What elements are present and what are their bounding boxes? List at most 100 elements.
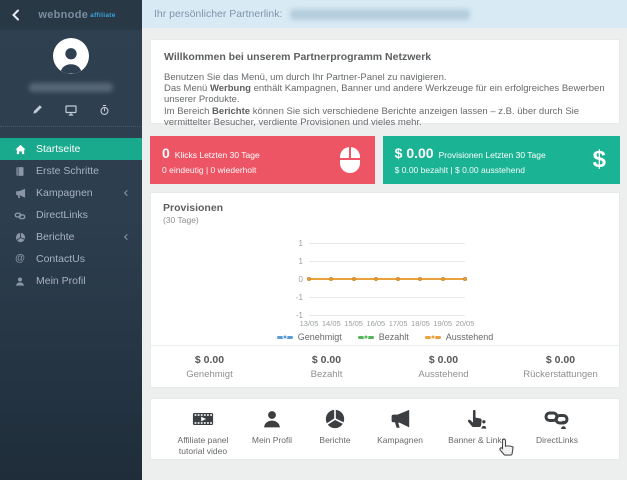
partner-link-label: Ihr persönlicher Partnerlink: — [154, 8, 283, 20]
edit-icon[interactable] — [32, 104, 43, 116]
at-icon: @ — [15, 253, 25, 264]
data-point-marker — [329, 277, 334, 281]
summary-value: $ 0.00 — [545, 353, 576, 366]
data-point-marker — [351, 277, 356, 281]
avatar[interactable] — [53, 38, 89, 74]
sidebar-item-startseite[interactable]: Startseite — [0, 138, 142, 160]
chart-gridline: 1 — [299, 239, 465, 248]
welcome-line3-bold: Berichte — [212, 105, 251, 117]
user-avatar-icon — [60, 48, 82, 74]
chevron-left-icon — [122, 189, 130, 197]
shortcut-mein-profil[interactable]: Mein Profil — [241, 406, 303, 446]
summary-bezahlt: $ 0.00 Bezahlt — [268, 346, 385, 387]
x-axis-tick-label: 18/05 — [411, 319, 430, 328]
x-axis-tick-label: 19/05 — [433, 319, 453, 328]
link-icon — [14, 210, 26, 221]
chart-x-axis: 13/05 14/05 15/05 16/05 17/05 18/05 19/05 20/05 — [300, 319, 475, 329]
sidebar-item-erste-schritte[interactable]: Erste Schritte — [0, 160, 142, 182]
profile-quick-actions — [0, 104, 142, 116]
timer-icon[interactable] — [99, 104, 110, 116]
user-icon — [262, 406, 282, 432]
legend-swatch-icon — [357, 334, 374, 340]
series-line-ausstehend — [307, 277, 467, 281]
megaphone-icon — [389, 406, 412, 432]
sidebar-item-label: Mein Profil — [36, 275, 86, 287]
welcome-line3-pre: Im Bereich — [164, 105, 213, 117]
sidebar-item-kampagnen[interactable]: Kampagnen — [0, 182, 142, 204]
directlinks-icon — [544, 406, 570, 432]
sidebar-item-label: ContactUs — [36, 253, 86, 265]
sidebar-menu: Startseite Erste Schritte Kampagnen Dire… — [0, 138, 142, 292]
shortcut-directlinks[interactable]: DirectLinks — [521, 406, 593, 446]
shortcut-banner-links[interactable]: Banner & Links — [433, 406, 521, 446]
stats-row: 0 Klicks Letzten 30 Tage 0 eindeutig | 0… — [150, 136, 620, 184]
chart-legend: Genehmigt Bezahlt Ausstehend — [151, 332, 619, 342]
brand-logo: webnode affiliate — [22, 9, 132, 21]
legend-swatch-dot — [282, 334, 288, 340]
brand-name: webnode — [38, 9, 89, 21]
summary-value: $ 0.00 — [194, 353, 225, 366]
shortcut-tutorial-video[interactable]: Affiliate panel tutorial video — [165, 406, 241, 456]
legend-swatch-dot — [430, 334, 436, 340]
shortcut-label: DirectLinks — [535, 435, 579, 445]
shortcut-label: Berichte — [319, 435, 351, 445]
sidebar-item-label: Kampagnen — [36, 187, 93, 199]
legend-swatch-icon — [276, 334, 293, 340]
shortcut-kampagnen[interactable]: Kampagnen — [367, 406, 433, 446]
commissions-stat-text: $ 0.00 Provisionen Letzten 30 Tage $ 0.0… — [395, 145, 593, 175]
clicks-sub: 0 eindeutig | 0 wiederholt — [162, 165, 257, 175]
pie-chart-icon — [324, 406, 346, 432]
welcome-line2-bold: Werbung — [209, 83, 251, 95]
summary-genehmigt: $ 0.00 Genehmigt — [151, 346, 268, 387]
sidebar-item-contactus[interactable]: @ ContactUs — [0, 248, 142, 270]
commissions-label: Provisionen Letzten 30 Tage — [438, 150, 546, 160]
y-axis-tick-label: -1 — [295, 293, 303, 302]
welcome-line2-pre: Das Menü — [164, 83, 210, 95]
user-icon — [14, 276, 26, 287]
legend-label: Bezahlt — [378, 332, 409, 342]
y-axis-tick-label: 1 — [298, 239, 303, 248]
banner-links-icon — [466, 406, 488, 432]
shortcut-label: Kampagnen — [377, 435, 423, 445]
back-chevron-icon[interactable] — [10, 9, 22, 21]
chart-plot: 1 1 0 -1 -1 — [296, 239, 467, 320]
dollar-icon: $ — [592, 146, 606, 173]
clicks-stat-text: 0 Klicks Letzten 30 Tage 0 eindeutig | 0… — [162, 145, 339, 175]
username-redacted — [29, 83, 113, 92]
mouse-icon — [339, 147, 360, 173]
home-icon — [14, 144, 26, 155]
chart-gridline: -1 — [296, 293, 465, 302]
sidebar-item-mein-profil[interactable]: Mein Profil — [0, 270, 142, 292]
x-axis-tick-label: 17/05 — [388, 319, 408, 328]
legend-item: Ausstehend — [424, 332, 494, 342]
summary-label: Rückerstattungen — [523, 368, 598, 380]
x-axis-tick-label: 20/05 — [455, 319, 475, 328]
partner-link-redacted[interactable] — [290, 8, 471, 20]
sidebar-item-label: DirectLinks — [36, 209, 88, 221]
sidebar-item-berichte[interactable]: Berichte — [0, 226, 142, 248]
sidebar-item-directlinks[interactable]: DirectLinks — [0, 204, 142, 226]
main-content: Ihr persönlicher Partnerlink: Willkommen… — [142, 0, 627, 480]
shortcut-label: Mein Profil — [251, 435, 293, 445]
y-axis-tick-label: 1 — [298, 257, 303, 266]
legend-label: Ausstehend — [445, 332, 494, 342]
shortcut-berichte[interactable]: Berichte — [303, 406, 367, 446]
affiliate-dashboard: webnode affiliate Startseite Erste Schri… — [0, 0, 627, 480]
sidebar-item-label: Berichte — [36, 231, 75, 243]
chart-gridline: 1 — [299, 257, 465, 266]
x-axis-tick-label: 13/05 — [299, 319, 319, 328]
x-axis-tick-label: 16/05 — [366, 319, 386, 328]
summary-value: $ 0.00 — [311, 353, 342, 366]
y-axis-tick-label: 0 — [298, 275, 303, 284]
book-icon — [14, 166, 26, 177]
sidebar-item-label: Startseite — [36, 143, 81, 155]
desktop-icon[interactable] — [65, 104, 77, 116]
summary-label: Ausstehend — [418, 368, 469, 380]
data-point-marker — [418, 277, 423, 281]
sidebar: webnode affiliate Startseite Erste Schri… — [0, 0, 142, 480]
partner-link-bar: Ihr persönlicher Partnerlink: — [142, 0, 627, 28]
clicks-label: Klicks Letzten 30 Tage — [174, 150, 260, 160]
video-icon — [190, 406, 216, 432]
chart-subtitle: (30 Tage) — [163, 215, 199, 225]
x-axis-tick-label: 14/05 — [321, 319, 341, 328]
